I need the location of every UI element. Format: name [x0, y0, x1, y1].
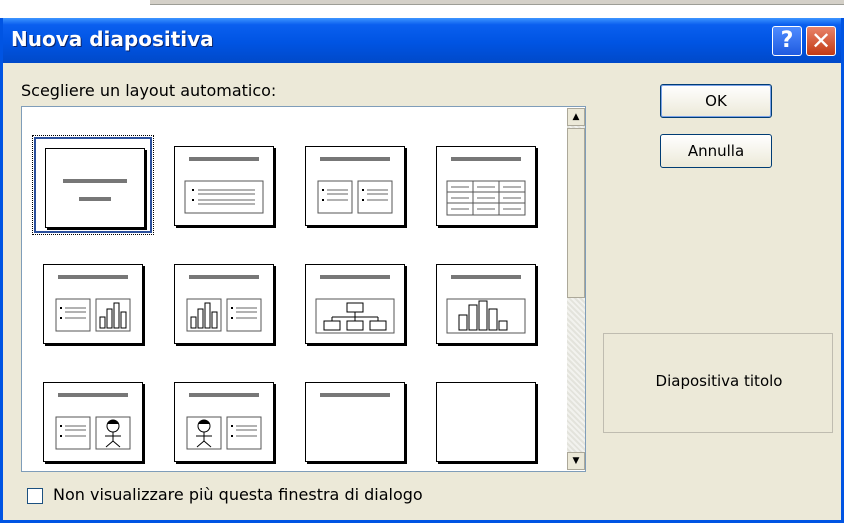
- layout-two-column-text[interactable]: [296, 137, 414, 233]
- help-question-icon: ?: [780, 28, 794, 53]
- clipart-text-layout-icon: [174, 382, 274, 462]
- layout-list[interactable]: ▲ ▼: [21, 106, 586, 472]
- dont-show-again-checkbox[interactable]: [27, 488, 43, 504]
- layout-title-slide[interactable]: [32, 135, 154, 235]
- layout-text-and-chart[interactable]: [34, 255, 152, 351]
- org-chart-layout-icon: [305, 264, 405, 344]
- title-slide-layout-icon: [45, 148, 145, 228]
- dont-show-again-label[interactable]: Non visualizzare più questa finestra di …: [53, 485, 423, 504]
- layout-blank[interactable]: [427, 373, 545, 469]
- close-button[interactable]: ✕: [806, 26, 836, 56]
- layout-chart-and-text[interactable]: [165, 255, 283, 351]
- scroll-thumb[interactable]: [567, 128, 585, 298]
- table-layout-icon: [436, 146, 536, 226]
- layout-bulleted-list[interactable]: [165, 137, 283, 233]
- layout-org-chart[interactable]: [296, 255, 414, 351]
- two-column-text-layout-icon: [305, 146, 405, 226]
- blank-layout-icon: [436, 382, 536, 462]
- close-x-icon: ✕: [810, 27, 832, 55]
- layout-preview-label: Diapositiva titolo: [655, 372, 783, 390]
- scroll-up-arrow-icon: ▲: [572, 112, 580, 122]
- cancel-button[interactable]: Annulla: [660, 134, 772, 168]
- bulleted-list-layout-icon: [174, 146, 274, 226]
- dialog-title: Nuova diapositiva: [11, 27, 214, 51]
- scroll-up-button[interactable]: ▲: [567, 108, 585, 126]
- layout-preview-panel: Diapositiva titolo: [603, 333, 833, 433]
- help-button[interactable]: ?: [772, 26, 802, 56]
- layout-text-and-clip-art[interactable]: [34, 373, 152, 469]
- new-slide-dialog: Nuova diapositiva ? ✕ Scegliere un layou…: [0, 18, 844, 523]
- title-bar[interactable]: Nuova diapositiva ? ✕: [3, 18, 841, 63]
- chart-layout-icon: [436, 264, 536, 344]
- text-chart-layout-icon: [43, 264, 143, 344]
- layout-table[interactable]: [427, 137, 545, 233]
- layout-chart[interactable]: [427, 255, 545, 351]
- layout-prompt-label: Scegliere un layout automatico:: [21, 81, 277, 100]
- background-window-border: [150, 0, 844, 5]
- layout-title-only[interactable]: [296, 373, 414, 469]
- ok-button[interactable]: OK: [660, 84, 772, 118]
- scroll-down-button[interactable]: ▼: [567, 452, 585, 470]
- scroll-down-arrow-icon: ▼: [572, 456, 580, 466]
- chart-text-layout-icon: [174, 264, 274, 344]
- layout-clip-art-and-text[interactable]: [165, 373, 283, 469]
- text-clipart-layout-icon: [43, 382, 143, 462]
- layout-list-scrollbar[interactable]: ▲ ▼: [567, 108, 585, 470]
- title-only-layout-icon: [305, 382, 405, 462]
